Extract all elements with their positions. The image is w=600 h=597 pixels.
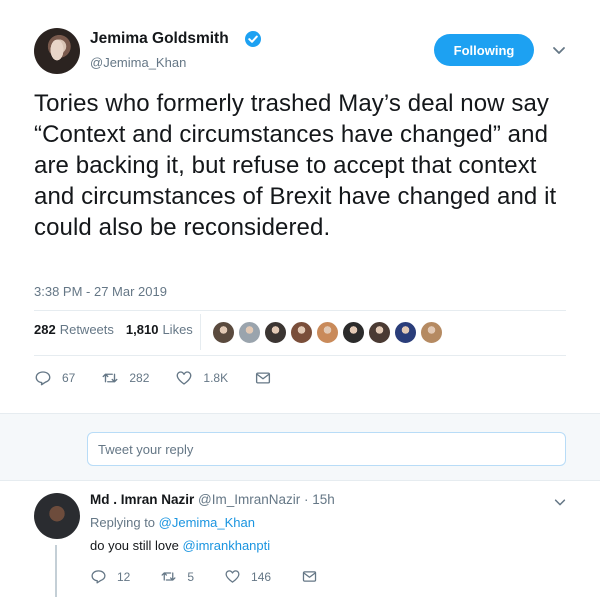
retweet-icon <box>102 373 118 383</box>
liker-avatar[interactable] <box>264 321 287 344</box>
reply-composer: Tweet your reply <box>0 413 600 481</box>
replying-to-link[interactable]: @Jemima_Khan <box>159 515 255 530</box>
tweet-text: Tories who formerly trashed May’s deal n… <box>34 90 557 241</box>
stats-separator <box>200 314 201 350</box>
reply-author-name[interactable]: Md . Imran Nazir <box>90 492 194 507</box>
retweet-count: 282 <box>129 371 150 385</box>
retweet-count: 5 <box>187 569 195 584</box>
reply-author: Md . Imran Nazir @Im_ImranNazir · 15h <box>90 492 335 507</box>
following-button[interactable]: Following <box>434 34 534 66</box>
reply-button[interactable]: 67 <box>34 369 75 387</box>
tweet-stats: 282 Retweets 1,810 Likes <box>34 322 193 337</box>
mention-link[interactable]: @imrankhanpti <box>183 538 271 553</box>
reply-tweet: Md . Imran Nazir @Im_ImranNazir · 15h Re… <box>0 481 600 597</box>
verified-badge-icon <box>245 31 261 47</box>
reply-text-body: do you still love <box>90 538 179 553</box>
like-count: 146 <box>251 569 272 584</box>
reply-author-avatar[interactable] <box>34 493 80 539</box>
author-name[interactable]: Jemima Goldsmith <box>90 30 229 48</box>
reply-text: do you still love @imrankhanpti <box>90 538 270 553</box>
retweet-button[interactable]: 5 <box>160 568 194 585</box>
liker-avatar[interactable] <box>316 321 339 344</box>
tweet-timestamp[interactable]: 3:38 PM - 27 Mar 2019 <box>34 284 167 299</box>
reply-icon <box>91 570 106 584</box>
heart-icon <box>225 570 240 583</box>
retweet-button[interactable]: 282 <box>101 369 149 387</box>
liker-avatar[interactable] <box>342 321 365 344</box>
replying-prefix: Replying to <box>90 515 156 530</box>
likes-label[interactable]: Likes <box>162 322 192 337</box>
liker-avatars <box>212 321 446 344</box>
replying-to: Replying to @Jemima_Khan <box>90 515 255 530</box>
reply-input[interactable]: Tweet your reply <box>87 432 566 466</box>
like-count: 1.8K <box>203 371 229 385</box>
reply-time[interactable]: · 15h <box>304 492 335 507</box>
like-button[interactable]: 146 <box>224 568 271 585</box>
reply-author-handle[interactable]: @Im_ImranNazir <box>198 492 300 507</box>
tweet-actions: 67 282 1.8K <box>34 369 308 387</box>
main-tweet: Jemima Goldsmith @Jemima_Khan Following … <box>0 0 600 413</box>
reply-button[interactable]: 12 <box>90 568 130 585</box>
envelope-icon <box>256 372 271 384</box>
reply-count: 12 <box>117 569 131 584</box>
divider <box>34 310 566 311</box>
retweets-count[interactable]: 282 <box>34 322 56 337</box>
liker-avatar[interactable] <box>394 321 417 344</box>
divider <box>34 355 566 356</box>
thread-line <box>55 545 57 597</box>
liker-avatar[interactable] <box>368 321 391 344</box>
chevron-down-icon[interactable] <box>551 42 567 58</box>
author-avatar[interactable] <box>34 28 80 74</box>
retweet-icon <box>161 572 176 581</box>
liker-avatar[interactable] <box>212 321 235 344</box>
heart-icon <box>176 371 192 385</box>
like-button[interactable]: 1.8K <box>175 369 228 387</box>
liker-avatar[interactable] <box>420 321 443 344</box>
reply-count: 67 <box>62 371 76 385</box>
author-handle[interactable]: @Jemima_Khan <box>90 55 186 70</box>
direct-message-button[interactable] <box>301 568 328 585</box>
direct-message-button[interactable] <box>254 369 282 387</box>
retweets-label[interactable]: Retweets <box>60 322 114 337</box>
liker-avatar[interactable] <box>238 321 261 344</box>
reply-icon <box>35 371 51 386</box>
chevron-down-icon[interactable] <box>553 495 567 509</box>
liker-avatar[interactable] <box>290 321 313 344</box>
envelope-icon <box>302 571 317 582</box>
likes-count[interactable]: 1,810 <box>126 322 159 337</box>
reply-actions: 12 5 146 <box>90 568 358 585</box>
